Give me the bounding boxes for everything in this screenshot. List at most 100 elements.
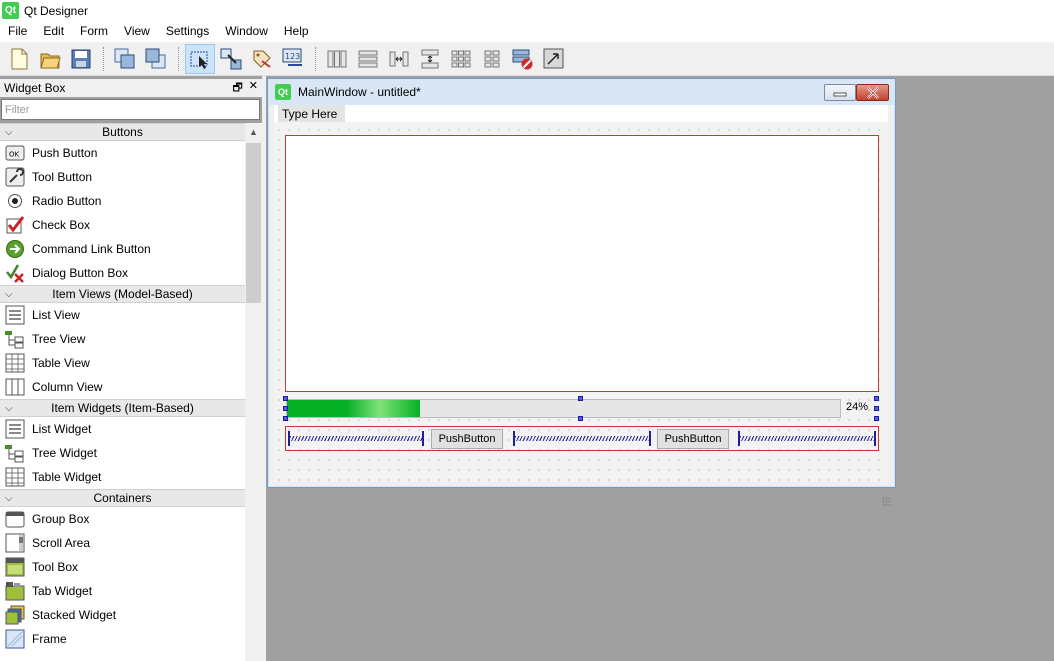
selection-handle[interactable]: [874, 406, 879, 411]
widget-item-label: List View: [32, 308, 80, 322]
widget-item-scroll-area[interactable]: Scroll Area: [0, 531, 245, 555]
menu-form[interactable]: Form: [72, 21, 116, 42]
widget-item-tab-widget[interactable]: Tab Widget: [0, 579, 245, 603]
widget-box-title: Widget Box: [4, 81, 66, 95]
edit-tab-order-icon[interactable]: 123: [278, 44, 308, 74]
send-to-back-icon[interactable]: [110, 44, 140, 74]
open-folder-icon[interactable]: [35, 44, 65, 74]
horizontal-layout[interactable]: PushButton PushButton: [285, 426, 879, 451]
widget-item-label: Tree Widget: [32, 446, 97, 460]
text-edit-widget[interactable]: [285, 135, 879, 392]
edit-widgets-icon[interactable]: [185, 43, 215, 74]
new-file-icon[interactable]: [4, 44, 34, 74]
qt-logo-icon: Qt: [275, 84, 291, 100]
menu-help[interactable]: Help: [276, 21, 317, 42]
scrollbar-thumb[interactable]: [246, 143, 261, 303]
menu-file[interactable]: File: [0, 21, 35, 42]
widget-item-label: Scroll Area: [32, 536, 91, 550]
resize-grip[interactable]: [882, 497, 892, 507]
close-button[interactable]: [856, 84, 889, 101]
layout-vertical-splitter-icon[interactable]: [415, 44, 445, 74]
menu-view[interactable]: View: [116, 21, 158, 42]
selection-handle[interactable]: [283, 406, 288, 411]
frame-icon: [5, 629, 25, 649]
progress-percent-label: 24%: [846, 401, 869, 413]
tree-widget-icon: [5, 443, 25, 463]
minimize-button[interactable]: [824, 84, 856, 101]
push-button-1[interactable]: PushButton: [431, 429, 503, 449]
filter-input[interactable]: [1, 99, 260, 120]
widget-item-check-box[interactable]: Check Box: [0, 213, 245, 237]
widget-item-dialog-button-box[interactable]: Dialog Button Box: [0, 261, 245, 285]
widget-item-label: Frame: [32, 632, 67, 646]
horizontal-spacer[interactable]: [738, 431, 876, 446]
widget-item-label: Column View: [32, 380, 103, 394]
app-title: Qt Designer: [24, 3, 89, 18]
widget-item-stacked-widget[interactable]: Stacked Widget: [0, 603, 245, 627]
widget-item-list-view[interactable]: List View: [0, 303, 245, 327]
selection-handle[interactable]: [874, 396, 879, 401]
widget-item-command-link-button[interactable]: Command Link Button: [0, 237, 245, 261]
widget-item-table-view[interactable]: Table View: [0, 351, 245, 375]
float-icon[interactable]: 🗗: [232, 79, 242, 98]
widget-item-tool-box[interactable]: Tool Box: [0, 555, 245, 579]
selection-handle[interactable]: [874, 416, 879, 421]
category-item-views[interactable]: ⌵ Item Views (Model-Based): [0, 285, 245, 303]
form-canvas[interactable]: Type Here 24% PushButton PushButton: [274, 105, 892, 507]
widget-item-label: Radio Button: [32, 194, 102, 208]
save-icon[interactable]: [66, 44, 96, 74]
type-here-menu[interactable]: Type Here: [278, 105, 346, 122]
layout-vertical-icon[interactable]: [353, 44, 383, 74]
widget-item-label: Push Button: [32, 146, 98, 160]
widget-item-label: Stacked Widget: [32, 608, 117, 622]
edit-signals-slots-icon[interactable]: [216, 44, 246, 74]
break-layout-icon[interactable]: [508, 44, 538, 74]
widget-item-list-widget[interactable]: List Widget: [0, 417, 245, 441]
chevron-down-icon: ⌵: [5, 288, 13, 300]
scroll-up-icon[interactable]: ▲: [245, 123, 262, 140]
widget-item-radio-button[interactable]: Radio Button: [0, 189, 245, 213]
selection-handle[interactable]: [283, 416, 288, 421]
widget-item-table-widget[interactable]: Table Widget: [0, 465, 245, 489]
minimize-icon: [833, 92, 847, 97]
menu-settings[interactable]: Settings: [158, 21, 217, 42]
push-button-2[interactable]: PushButton: [657, 429, 729, 449]
menu-edit[interactable]: Edit: [35, 21, 72, 42]
selection-handle[interactable]: [578, 396, 583, 401]
edit-buddies-icon[interactable]: [247, 44, 277, 74]
selection-handle[interactable]: [283, 396, 288, 401]
layout-grid-icon[interactable]: [446, 44, 476, 74]
menu-window[interactable]: Window: [217, 21, 276, 42]
widget-item-column-view[interactable]: Column View: [0, 375, 245, 399]
selection-handle[interactable]: [578, 416, 583, 421]
widget-item-label: Check Box: [32, 218, 91, 232]
svg-text:OK: OK: [9, 151, 20, 159]
close-icon[interactable]: ✕: [249, 79, 258, 98]
widget-item-label: Table View: [32, 356, 90, 370]
command-link-icon: [5, 239, 25, 259]
category-containers[interactable]: ⌵ Containers: [0, 489, 245, 507]
widget-box-scrollbar[interactable]: ▲: [245, 123, 262, 661]
widget-item-frame[interactable]: Frame: [0, 627, 245, 651]
widget-item-label: Tool Box: [32, 560, 79, 574]
layout-horizontal-splitter-icon[interactable]: [384, 44, 414, 74]
widget-item-label: Command Link Button: [32, 242, 151, 256]
category-buttons[interactable]: ⌵ Buttons: [0, 123, 245, 141]
widget-item-tree-view[interactable]: Tree View: [0, 327, 245, 351]
layout-form-icon[interactable]: [477, 44, 507, 74]
horizontal-spacer[interactable]: [288, 431, 424, 446]
dock-splitter[interactable]: [262, 76, 266, 661]
dialog-button-box-icon: [5, 263, 25, 283]
horizontal-spacer[interactable]: [513, 431, 651, 446]
layout-horizontal-icon[interactable]: [322, 44, 352, 74]
widget-item-push-button[interactable]: OK Push Button: [0, 141, 245, 165]
main-window-titlebar[interactable]: Qt MainWindow - untitled*: [268, 79, 895, 105]
progress-bar[interactable]: [286, 399, 841, 418]
widget-item-tree-widget[interactable]: Tree Widget: [0, 441, 245, 465]
category-item-widgets[interactable]: ⌵ Item Widgets (Item-Based): [0, 399, 245, 417]
widget-item-tool-button[interactable]: Tool Button: [0, 165, 245, 189]
widget-item-group-box[interactable]: Group Box: [0, 507, 245, 531]
bring-to-front-icon[interactable]: [141, 44, 171, 74]
mdi-main-window[interactable]: Qt MainWindow - untitled* Type Here 24% …: [267, 78, 896, 507]
adjust-size-icon[interactable]: [539, 44, 569, 74]
